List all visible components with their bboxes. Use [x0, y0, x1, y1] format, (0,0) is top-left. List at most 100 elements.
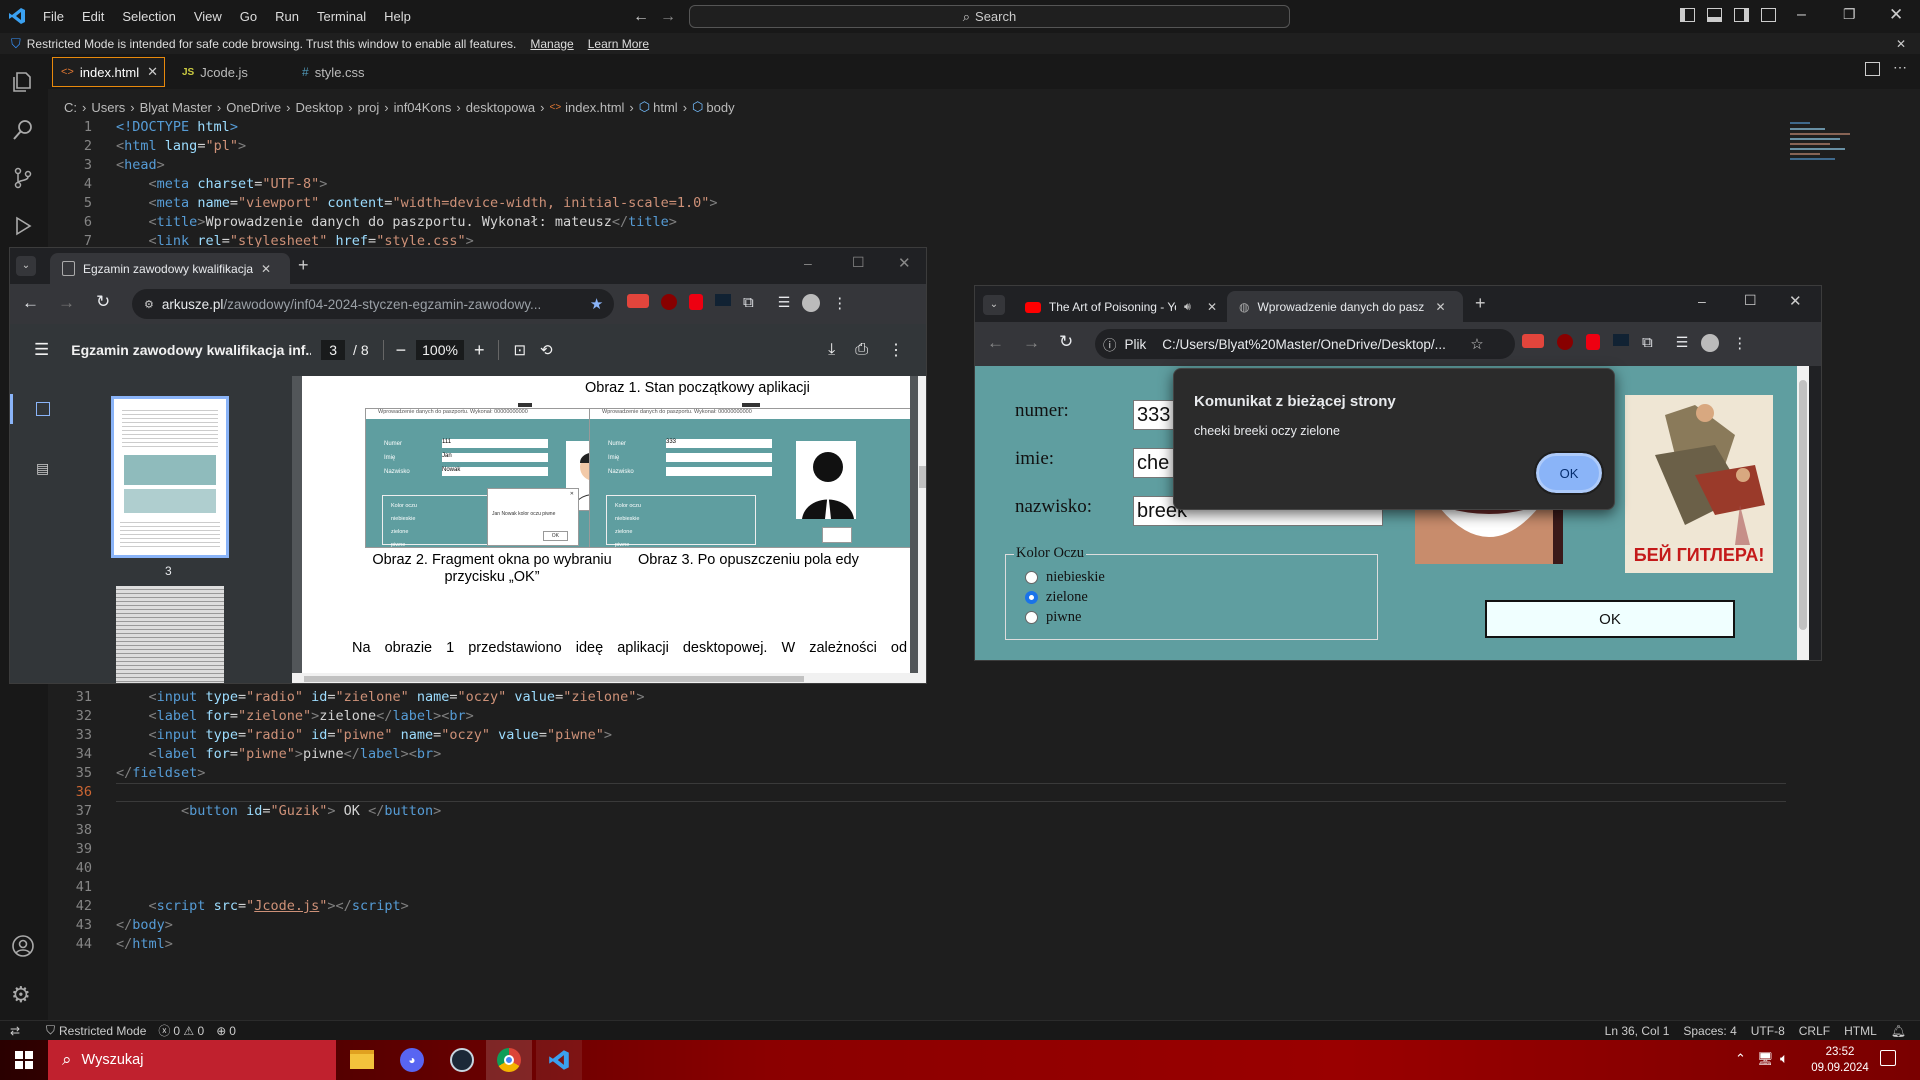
- breadcrumb-item[interactable]: C:: [64, 100, 77, 115]
- eol-status[interactable]: CRLF: [1799, 1024, 1830, 1038]
- profile-avatar[interactable]: [802, 294, 821, 312]
- learn-more-link[interactable]: Learn More: [588, 37, 649, 51]
- remote-icon[interactable]: ⇄: [10, 1024, 36, 1038]
- discord-icon[interactable]: ◕: [400, 1048, 424, 1072]
- extension-icon[interactable]: [1613, 334, 1629, 346]
- page-thumbnail-3[interactable]: [111, 396, 229, 558]
- split-editor-icon[interactable]: [1865, 62, 1880, 76]
- windows-start-icon[interactable]: [15, 1051, 33, 1069]
- code-editor-bottom[interactable]: 31 <input type="radio" id="zielone" name…: [48, 688, 1788, 958]
- breadcrumb-item[interactable]: html: [653, 100, 678, 115]
- code-line[interactable]: 44 </html>: [48, 935, 1788, 954]
- tab-close-icon[interactable]: ✕: [261, 262, 271, 276]
- audio-playing-icon[interactable]: 🔊︎: [1184, 301, 1191, 314]
- code-editor-top[interactable]: 1 <!DOCTYPE html> 2 <html lang="pl"> 3 <head>…: [48, 118, 1788, 248]
- thumbnails-icon[interactable]: [36, 402, 50, 416]
- breadcrumb-item[interactable]: inf04Kons: [394, 100, 452, 115]
- tab-close-icon[interactable]: ✕: [147, 64, 158, 80]
- forward-arrow-icon[interactable]: →: [58, 293, 75, 313]
- manage-link[interactable]: Manage: [530, 37, 573, 51]
- ok-button[interactable]: OK: [1485, 600, 1735, 638]
- breadcrumb-item[interactable]: Blyat Master: [140, 100, 212, 115]
- outline-icon[interactable]: ▤: [36, 460, 49, 477]
- code-line[interactable]: 37 <button id="Guzik"> OK </button>: [48, 802, 1788, 821]
- breadcrumb-item[interactable]: index.html: [565, 100, 624, 115]
- source-control-icon[interactable]: [11, 166, 35, 190]
- restricted-mode-status[interactable]: Restricted Mode: [59, 1024, 146, 1038]
- radio-zielone[interactable]: zielone: [1025, 589, 1088, 606]
- bookmark-star-icon[interactable]: ☆: [1470, 335, 1483, 353]
- radio-circle[interactable]: [1025, 611, 1038, 624]
- code-line[interactable]: 2 <html lang="pl">: [48, 137, 1788, 156]
- forward-arrow-icon[interactable]: →: [660, 8, 676, 26]
- code-line[interactable]: 40: [48, 859, 1788, 878]
- back-arrow-icon[interactable]: ←: [633, 8, 649, 26]
- toggle-sidebar-icon[interactable]: [1680, 8, 1695, 22]
- radio-label[interactable]: zielone: [1046, 589, 1088, 606]
- forward-arrow-icon[interactable]: →: [1023, 333, 1040, 353]
- page-vertical-scrollbar[interactable]: [1797, 366, 1809, 660]
- code-line[interactable]: 42 <script src="Jcode.js"></script>: [48, 897, 1788, 916]
- vscode-taskbar-item[interactable]: [536, 1040, 582, 1080]
- menu-run[interactable]: Run: [266, 9, 308, 24]
- extensions-puzzle-icon[interactable]: ⧉: [1642, 334, 1653, 352]
- breadcrumb-item[interactable]: desktopowa: [466, 100, 535, 115]
- address-bar[interactable]: ⓘ Plik C:/Users/Blyat%20Master/OneDrive/D…: [1095, 329, 1515, 359]
- code-line[interactable]: 3 <head>: [48, 156, 1788, 175]
- new-tab-icon[interactable]: +: [298, 255, 309, 276]
- code-line[interactable]: 39: [48, 840, 1788, 859]
- media-controls-icon[interactable]: ☰: [778, 294, 791, 312]
- maximize-button[interactable]: ☐: [852, 254, 865, 271]
- close-button[interactable]: ✕: [1889, 5, 1903, 25]
- problems-status[interactable]: 0 ⚠ 0: [173, 1024, 204, 1038]
- code-line[interactable]: 43 </body>: [48, 916, 1788, 935]
- app-tab[interactable]: ◍ Wprowadzenie danych do pasz ✕: [1227, 291, 1463, 322]
- command-center-search[interactable]: ⌕ Search: [689, 5, 1290, 28]
- radio-circle[interactable]: [1025, 571, 1038, 584]
- search-view-icon[interactable]: [11, 118, 35, 142]
- fit-page-icon[interactable]: ⊡: [513, 341, 526, 359]
- back-arrow-icon[interactable]: ←: [22, 293, 39, 313]
- extensions-puzzle-icon[interactable]: ⧉: [743, 294, 754, 312]
- file-info-icon[interactable]: ⓘ: [1103, 334, 1117, 354]
- radio-niebieskie[interactable]: niebieskie: [1025, 569, 1105, 586]
- taskbar-search[interactable]: ⌕ Wyszukaj: [48, 1040, 336, 1080]
- sidebar-menu-icon[interactable]: ☰: [34, 340, 49, 360]
- bookmark-star-icon[interactable]: ★: [590, 295, 603, 313]
- breadcrumb-item[interactable]: Users: [91, 100, 125, 115]
- code-line[interactable]: 1 <!DOCTYPE html>: [48, 118, 1788, 137]
- radio-label[interactable]: piwne: [1046, 609, 1081, 626]
- run-debug-icon[interactable]: [11, 214, 35, 238]
- pdf-horizontal-scrollbar[interactable]: [292, 673, 918, 683]
- network-icon[interactable]: 🖥︎: [1757, 1051, 1774, 1067]
- account-icon[interactable]: [11, 934, 35, 958]
- address-bar[interactable]: ⚙ arkusze.pl/zawodowy/inf04-2024-styczen…: [132, 289, 614, 319]
- tab-search-button[interactable]: ⌄: [983, 295, 1005, 315]
- code-line[interactable]: 32 <label for="zielone">zielone</label><…: [48, 707, 1788, 726]
- media-controls-icon[interactable]: ☰: [1676, 334, 1689, 352]
- back-arrow-icon[interactable]: ←: [987, 333, 1004, 353]
- extension-icon[interactable]: [1522, 334, 1544, 348]
- reload-icon[interactable]: ↻: [96, 292, 110, 312]
- extension-icon[interactable]: [1586, 334, 1600, 350]
- code-line[interactable]: 35 </fieldset>: [48, 764, 1788, 783]
- customize-layout-icon[interactable]: [1761, 8, 1776, 22]
- menu-selection[interactable]: Selection: [113, 9, 184, 24]
- language-status[interactable]: HTML: [1844, 1024, 1877, 1038]
- tab-search-button[interactable]: ⌄: [16, 256, 36, 276]
- more-actions-icon[interactable]: ⋯: [1893, 59, 1907, 76]
- minimize-button[interactable]: –: [1698, 293, 1706, 309]
- chrome-menu-icon[interactable]: ⋮: [832, 294, 847, 312]
- steam-icon[interactable]: [450, 1048, 474, 1072]
- radio-label[interactable]: niebieskie: [1046, 569, 1105, 586]
- code-line[interactable]: 6 <title>Wprowadzenie danych do paszport…: [48, 213, 1788, 232]
- breadcrumb-item[interactable]: proj: [358, 100, 380, 115]
- settings-gear-icon[interactable]: ⚙: [11, 982, 31, 1008]
- breadcrumb-item[interactable]: body: [706, 100, 734, 115]
- explorer-icon[interactable]: [11, 70, 35, 94]
- breadcrumb-item[interactable]: Desktop: [296, 100, 344, 115]
- more-options-icon[interactable]: ⋮: [888, 340, 904, 360]
- restore-button[interactable]: ❐: [1843, 6, 1856, 23]
- code-line[interactable]: 7 <link rel="stylesheet" href="style.css…: [48, 232, 1788, 248]
- menu-edit[interactable]: Edit: [73, 9, 113, 24]
